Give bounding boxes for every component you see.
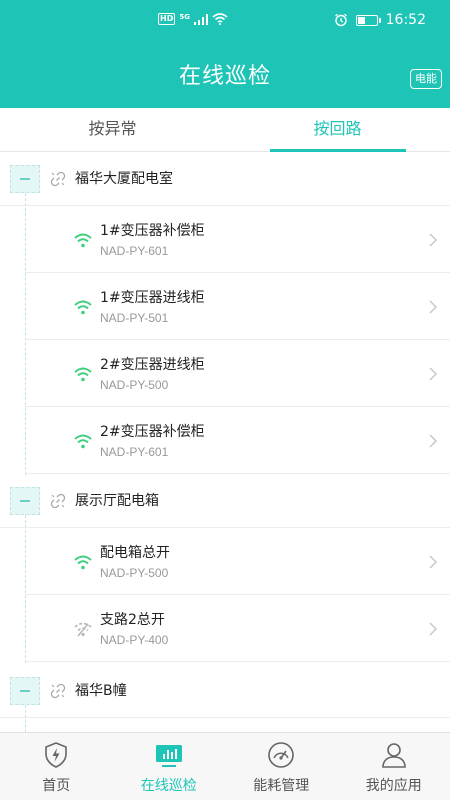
circuit-list: 福华大厦配电室 1#变压器补偿柜 NAD-PY-601 1#变压器进线柜 NAD…: [0, 152, 450, 732]
nav-label: 我的应用: [365, 778, 422, 794]
circuit-item[interactable]: 1#变压器进线柜 NAD-PY-501: [25, 273, 450, 340]
status-left: HD 5G: [158, 13, 228, 25]
nav-label: 在线巡检: [140, 778, 197, 794]
gauge-icon: [268, 742, 295, 768]
device-code: NAD-PY-601: [100, 445, 169, 459]
page-title: 在线巡检: [178, 64, 271, 89]
collapse-icon[interactable]: [10, 165, 40, 193]
energy-type-button[interactable]: 电能: [410, 69, 442, 89]
circuit-name: 2#变压器补偿柜: [100, 424, 205, 440]
group-row[interactable]: 福华大厦配电室: [0, 152, 450, 206]
wifi-online-icon: [74, 233, 92, 248]
group-name: 展示厅配电箱: [75, 493, 159, 509]
status-right: 16:52: [334, 12, 426, 28]
circuit-item[interactable]: 2#变压器补偿柜 NAD-PY-601: [25, 407, 450, 474]
circuit-name: 支路2总开: [100, 612, 165, 628]
chevron-right-icon: [429, 555, 438, 569]
link-icon: [50, 171, 66, 187]
collapse-icon[interactable]: [10, 677, 40, 705]
device-code: NAD-PY-601: [100, 244, 169, 258]
bottom-navigation: 首页 在线巡检 能耗管理 我的应用: [0, 732, 450, 800]
chevron-right-icon: [429, 367, 438, 381]
nav-label: 能耗管理: [253, 778, 310, 794]
circuit-item[interactable]: 支路2总开 NAD-PY-400: [25, 595, 450, 662]
circuit-item[interactable]: 2#变压器进线柜 NAD-PY-500: [25, 340, 450, 407]
group-row[interactable]: 福华B幢: [0, 664, 450, 718]
circuit-name: 配电箱总开: [100, 545, 170, 561]
group-name: 福华B幢: [75, 683, 127, 699]
nav-home[interactable]: 首页: [0, 733, 113, 800]
tab-by-exception[interactable]: 按异常: [0, 108, 225, 152]
nav-label: 首页: [42, 778, 71, 794]
hd-badge: HD: [158, 13, 176, 25]
chevron-right-icon: [429, 300, 438, 314]
device-code: NAD-PY-500: [100, 566, 169, 580]
circuit-item[interactable]: 配电箱总开 NAD-PY-500: [25, 528, 450, 595]
tab-bar: 按异常 按回路: [0, 108, 450, 152]
chevron-right-icon: [429, 434, 438, 448]
alarm-icon: [334, 13, 347, 27]
status-bar: HD 5G 16:52: [0, 0, 450, 38]
circuit-item[interactable]: 1#变压器补偿柜 NAD-PY-601: [25, 206, 450, 273]
link-icon: [50, 493, 66, 509]
wifi-online-icon: [74, 367, 92, 382]
signal-icon: [193, 13, 208, 25]
app-header: HD 5G 16:52 在线巡检 电能: [0, 0, 450, 108]
wifi-status-icon: [212, 13, 228, 25]
shield-lightning-icon: [45, 742, 68, 768]
nav-energy-management[interactable]: 能耗管理: [225, 733, 338, 800]
circuit-name: 2#变压器进线柜: [100, 357, 205, 373]
nav-online-inspection[interactable]: 在线巡检: [113, 733, 226, 800]
user-icon: [381, 743, 406, 768]
link-icon: [50, 683, 66, 699]
monitor-chart-icon: [155, 745, 182, 767]
wifi-online-icon: [74, 300, 92, 315]
device-code: NAD-PY-500: [100, 378, 169, 392]
nav-my-apps[interactable]: 我的应用: [338, 733, 450, 800]
network-type: 5G: [179, 13, 190, 21]
clock: 16:52: [385, 12, 426, 28]
wifi-online-icon: [74, 555, 92, 570]
wifi-offline-icon: [74, 622, 92, 637]
chevron-right-icon: [429, 233, 438, 247]
chevron-right-icon: [429, 622, 438, 636]
wifi-online-icon: [74, 434, 92, 449]
circuit-name: 1#变压器补偿柜: [100, 223, 205, 239]
battery-level: [357, 16, 365, 24]
group-row[interactable]: 展示厅配电箱: [0, 474, 450, 528]
collapse-icon[interactable]: [10, 487, 40, 515]
circuit-name: 1#变压器进线柜: [100, 290, 205, 306]
device-code: NAD-PY-400: [100, 633, 169, 647]
group-name: 福华大厦配电室: [75, 171, 173, 187]
battery-icon: [355, 14, 381, 26]
tab-by-circuit[interactable]: 按回路: [225, 108, 450, 152]
device-code: NAD-PY-501: [100, 311, 169, 325]
